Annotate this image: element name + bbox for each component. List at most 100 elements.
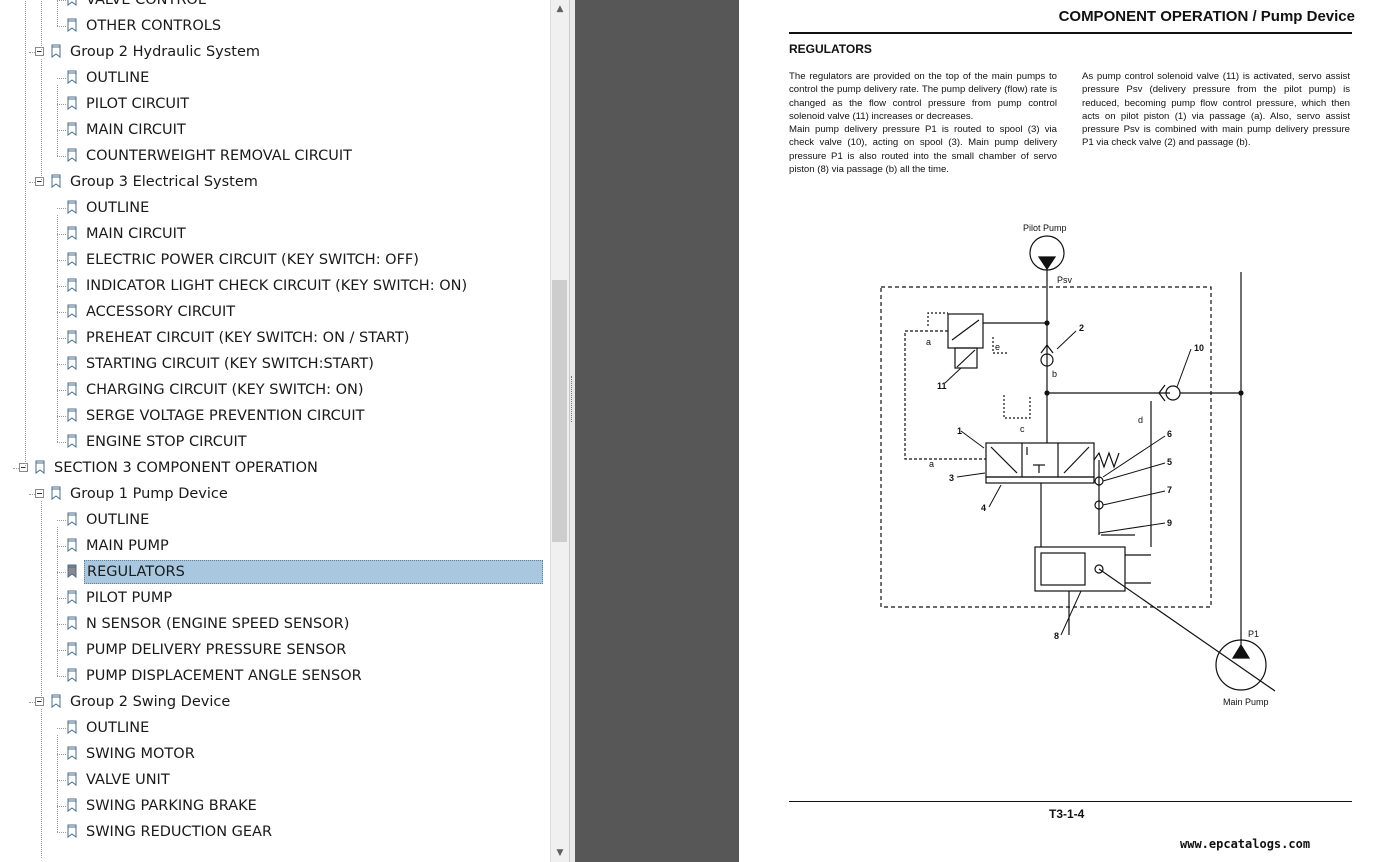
collapse-toggle-icon[interactable]	[35, 697, 44, 706]
document-page: COMPONENT OPERATION / Pump Device REGULA…	[739, 0, 1392, 862]
callout-7: 7	[1167, 485, 1172, 495]
bookmark-icon	[35, 460, 45, 474]
bookmark-item[interactable]: MAIN CIRCUIT	[0, 221, 549, 247]
collapse-toggle-icon[interactable]	[35, 47, 44, 56]
bookmark-item[interactable]: PUMP DELIVERY PRESSURE SENSOR	[0, 637, 549, 663]
bookmark-icon	[67, 590, 77, 604]
spool-3	[985, 442, 1095, 478]
bookmark-icon	[51, 44, 61, 58]
bookmark-label: SECTION 3 COMPONENT OPERATION	[54, 460, 318, 476]
collapse-toggle-icon[interactable]	[35, 177, 44, 186]
bookmark-icon	[67, 226, 77, 240]
bookmark-item[interactable]: CHARGING CIRCUIT (KEY SWITCH: ON)	[0, 377, 549, 403]
regulator-hydraulic-diagram: Pilot Pump Psv Main Pump P1 1 2 3 4 5 6 …	[880, 223, 1276, 707]
bookmark-icon	[67, 746, 77, 760]
bookmark-item[interactable]: REGULATORS	[0, 559, 549, 585]
title-rule	[789, 32, 1352, 34]
bookmark-label: VALVE CONTROL	[86, 0, 206, 8]
bookmark-label: Group 3 Electrical System	[70, 174, 258, 190]
bookmark-item[interactable]: PUMP DISPLACEMENT ANGLE SENSOR	[0, 663, 549, 689]
tree-connector	[57, 572, 66, 573]
tree-connector	[57, 780, 66, 781]
tree-connector	[13, 468, 19, 469]
scroll-down-arrow-icon[interactable]: ▼	[551, 844, 569, 862]
collapse-toggle-icon[interactable]	[35, 489, 44, 498]
bookmark-item[interactable]: ENGINE STOP CIRCUIT	[0, 429, 549, 455]
bookmark-item[interactable]: MAIN CIRCUIT	[0, 117, 549, 143]
bookmark-item[interactable]: Group 3 Electrical System	[0, 169, 549, 195]
tree-connector	[57, 650, 66, 651]
callout-9: 9	[1167, 518, 1172, 528]
bookmark-item[interactable]: VALVE CONTROL	[0, 0, 549, 13]
bookmark-item[interactable]: VALVE UNIT	[0, 767, 549, 793]
callout-10: 10	[1194, 343, 1204, 353]
document-viewer[interactable]: COMPONENT OPERATION / Pump Device REGULA…	[575, 0, 1392, 862]
bookmark-item[interactable]: OTHER CONTROLS	[0, 13, 549, 39]
bookmark-item[interactable]: OUTLINE	[0, 195, 549, 221]
bookmark-item[interactable]: MAIN PUMP	[0, 533, 549, 559]
p1-label: P1	[1248, 629, 1259, 639]
bookmark-icon	[67, 772, 77, 786]
bookmark-item[interactable]: Group 2 Swing Device	[0, 689, 549, 715]
tree-connector	[57, 104, 66, 105]
bookmark-item[interactable]: ELECTRIC POWER CIRCUIT (KEY SWITCH: OFF)	[0, 247, 549, 273]
scroll-up-arrow-icon[interactable]: ▲	[551, 0, 569, 18]
bookmark-label: PUMP DELIVERY PRESSURE SENSOR	[86, 642, 347, 658]
bookmark-item[interactable]: PILOT CIRCUIT	[0, 91, 549, 117]
bookmark-label: Group 2 Hydraulic System	[70, 44, 261, 60]
tree-connector	[57, 390, 66, 391]
bookmark-icon	[67, 824, 77, 838]
main-pump-arrow-icon	[1231, 643, 1251, 659]
bookmark-icon	[67, 434, 77, 448]
bookmark-icon	[67, 304, 77, 318]
bookmark-label: CHARGING CIRCUIT (KEY SWITCH: ON)	[86, 382, 364, 398]
callout-8: 8	[1054, 631, 1059, 641]
bookmark-label: PILOT PUMP	[86, 590, 173, 606]
watermark-text: www.epcatalogs.com	[1180, 837, 1311, 851]
tree-connector	[41, 59, 42, 182]
bookmark-item[interactable]: SWING REDUCTION GEAR	[0, 819, 549, 845]
pilot-pump-arrow-icon	[1037, 256, 1057, 271]
body-paragraph-right: As pump control solenoid valve (11) is a…	[1082, 71, 1350, 149]
passage-a-upper: a	[926, 337, 931, 347]
bookmark-icon	[67, 278, 77, 292]
bookmark-icon	[67, 70, 77, 84]
bookmark-item[interactable]: SWING PARKING BRAKE	[0, 793, 549, 819]
tree-connector	[57, 754, 66, 755]
callout-4: 4	[981, 503, 986, 513]
tree-connector	[57, 0, 66, 1]
bookmark-icon	[67, 408, 77, 422]
bookmark-item[interactable]: SERGE VOLTAGE PREVENTION CIRCUIT	[0, 403, 549, 429]
bookmark-item[interactable]: COUNTERWEIGHT REMOVAL CIRCUIT	[0, 143, 549, 169]
tree-connector	[57, 286, 66, 287]
tree-connector	[57, 234, 66, 235]
bookmark-item[interactable]: SWING MOTOR	[0, 741, 549, 767]
bookmark-item[interactable]: PILOT PUMP	[0, 585, 549, 611]
bookmark-item[interactable]: PREHEAT CIRCUIT (KEY SWITCH: ON / START)	[0, 325, 549, 351]
bookmark-item[interactable]: ACCESSORY CIRCUIT	[0, 299, 549, 325]
tree-connector	[29, 494, 35, 495]
bookmark-item[interactable]: OUTLINE	[0, 507, 549, 533]
bookmark-label: PREHEAT CIRCUIT (KEY SWITCH: ON / START)	[86, 330, 410, 346]
collapse-toggle-icon[interactable]	[19, 463, 28, 472]
bookmark-icon	[67, 96, 77, 110]
bookmark-icon	[51, 486, 61, 500]
bookmarks-panel: VALVE CONTROL OTHER CONTROLS Group 2 Hydra…	[0, 0, 569, 862]
bookmark-icon	[67, 148, 77, 162]
bookmarks-scrollbar[interactable]: ▲ ▼	[550, 0, 569, 862]
bookmark-item[interactable]: STARTING CIRCUIT (KEY SWITCH:START)	[0, 351, 549, 377]
scrollbar-thumb[interactable]	[552, 280, 567, 542]
bookmark-item[interactable]: INDICATOR LIGHT CHECK CIRCUIT (KEY SWITC…	[0, 273, 549, 299]
bookmark-label: ENGINE STOP CIRCUIT	[86, 434, 247, 450]
bookmark-item[interactable]: Group 2 Hydraulic System	[0, 39, 549, 65]
bookmark-label: PILOT CIRCUIT	[86, 96, 190, 112]
bookmark-item[interactable]: N SENSOR (ENGINE SPEED SENSOR)	[0, 611, 549, 637]
tree-connector	[57, 735, 58, 832]
bookmark-item[interactable]: SECTION 3 COMPONENT OPERATION	[0, 455, 549, 481]
tree-connector	[57, 728, 66, 729]
bookmark-item[interactable]: Group 1 Pump Device	[0, 481, 549, 507]
tree-connector	[41, 501, 42, 702]
passage-e: e	[995, 342, 1000, 352]
bookmark-item[interactable]: OUTLINE	[0, 65, 549, 91]
bookmark-item[interactable]: OUTLINE	[0, 715, 549, 741]
